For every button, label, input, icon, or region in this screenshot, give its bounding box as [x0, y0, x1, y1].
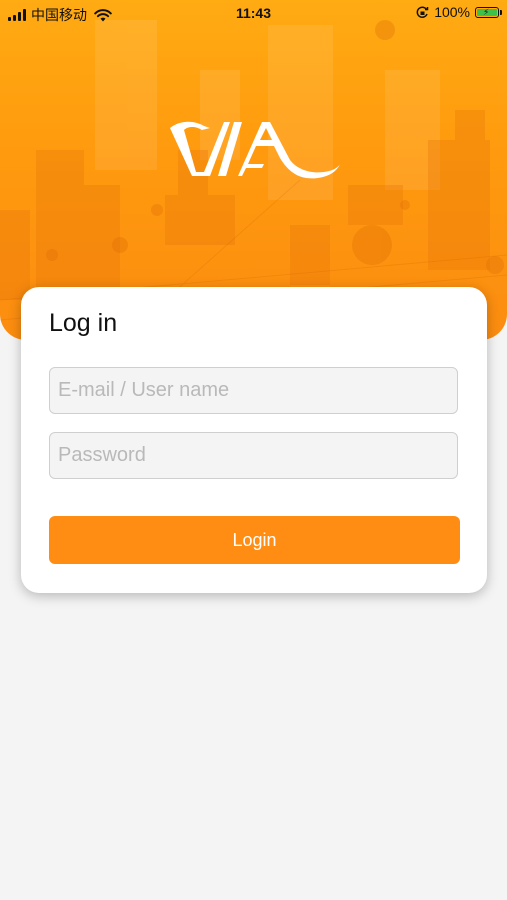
orientation-lock-icon — [416, 5, 429, 18]
login-title: Log in — [49, 309, 118, 337]
via-logo — [170, 121, 340, 179]
login-card: Log in Login — [21, 287, 487, 593]
password-field[interactable] — [49, 432, 458, 479]
battery-icon: ⚡ — [475, 6, 502, 18]
email-field[interactable] — [49, 367, 458, 414]
status-bar: 中国移动 11:43 100% ⚡ — [0, 0, 507, 28]
login-button[interactable]: Login — [49, 516, 460, 564]
battery-percent: 100% — [434, 4, 470, 20]
